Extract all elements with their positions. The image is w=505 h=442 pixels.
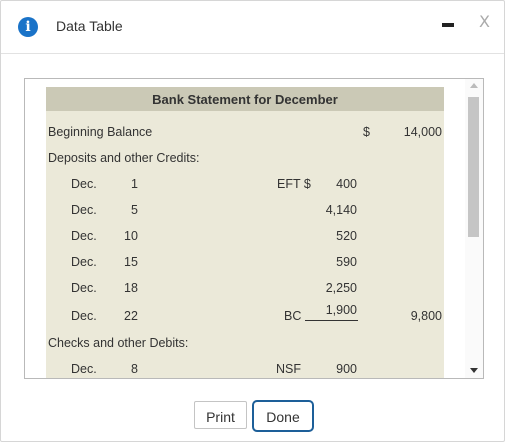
deposit-month: Dec. bbox=[71, 309, 97, 323]
scroll-up-icon[interactable] bbox=[470, 83, 478, 88]
deposit-month: Dec. bbox=[71, 203, 97, 217]
deposit-month: Dec. bbox=[71, 229, 97, 243]
deposit-month: Dec. bbox=[71, 177, 97, 191]
check-day: 8 bbox=[131, 362, 138, 376]
deposit-amount: 1,900 bbox=[325, 303, 357, 317]
beginning-balance-amount: 14,000 bbox=[403, 125, 442, 139]
check-month: Dec. bbox=[71, 362, 97, 376]
deposit-amount: 590 bbox=[336, 255, 357, 269]
deposit-day: 1 bbox=[131, 177, 138, 191]
print-button[interactable]: Print bbox=[194, 401, 247, 429]
done-button[interactable]: Done bbox=[252, 400, 314, 432]
deposit-day: 18 bbox=[124, 281, 138, 295]
dialog-titlebar: i Data Table X bbox=[1, 1, 504, 54]
table-heading: Bank Statement for December bbox=[46, 87, 444, 111]
data-table-dialog: i Data Table X Bank Statement for Decemb… bbox=[0, 0, 505, 442]
scroll-down-icon[interactable] bbox=[470, 368, 478, 373]
deposit-day: 10 bbox=[124, 229, 138, 243]
dialog-title: Data Table bbox=[56, 18, 123, 34]
deposit-code: EFT $ bbox=[277, 177, 311, 191]
check-code: NSF bbox=[276, 362, 301, 376]
check-amount: 900 bbox=[336, 362, 357, 376]
deposit-amount: 4,140 bbox=[325, 203, 357, 217]
bank-statement-table: Bank Statement for December Beginning Ba… bbox=[46, 87, 444, 378]
beginning-balance-label: Beginning Balance bbox=[48, 125, 153, 139]
deposit-month: Dec. bbox=[71, 255, 97, 269]
subtotal-underline bbox=[305, 320, 358, 321]
deposit-code: BC bbox=[284, 309, 302, 323]
deposit-amount: 400 bbox=[336, 177, 357, 191]
deposits-total: 9,800 bbox=[410, 309, 442, 323]
scroll-thumb[interactable] bbox=[468, 97, 479, 237]
checks-label: Checks and other Debits: bbox=[48, 336, 189, 350]
vertical-scrollbar[interactable] bbox=[465, 79, 483, 378]
deposit-day: 5 bbox=[131, 203, 138, 217]
deposits-label: Deposits and other Credits: bbox=[48, 151, 200, 165]
table-scroll-frame[interactable]: Bank Statement for December Beginning Ba… bbox=[24, 78, 484, 379]
close-icon[interactable]: X bbox=[479, 12, 490, 31]
beginning-balance-currency: $ bbox=[363, 125, 370, 139]
deposit-amount: 520 bbox=[336, 229, 357, 243]
info-icon: i bbox=[18, 17, 38, 37]
minimize-icon[interactable] bbox=[442, 23, 454, 27]
deposit-day: 22 bbox=[124, 309, 138, 323]
deposit-day: 15 bbox=[124, 255, 138, 269]
deposit-amount: 2,250 bbox=[325, 281, 357, 295]
deposit-month: Dec. bbox=[71, 281, 97, 295]
